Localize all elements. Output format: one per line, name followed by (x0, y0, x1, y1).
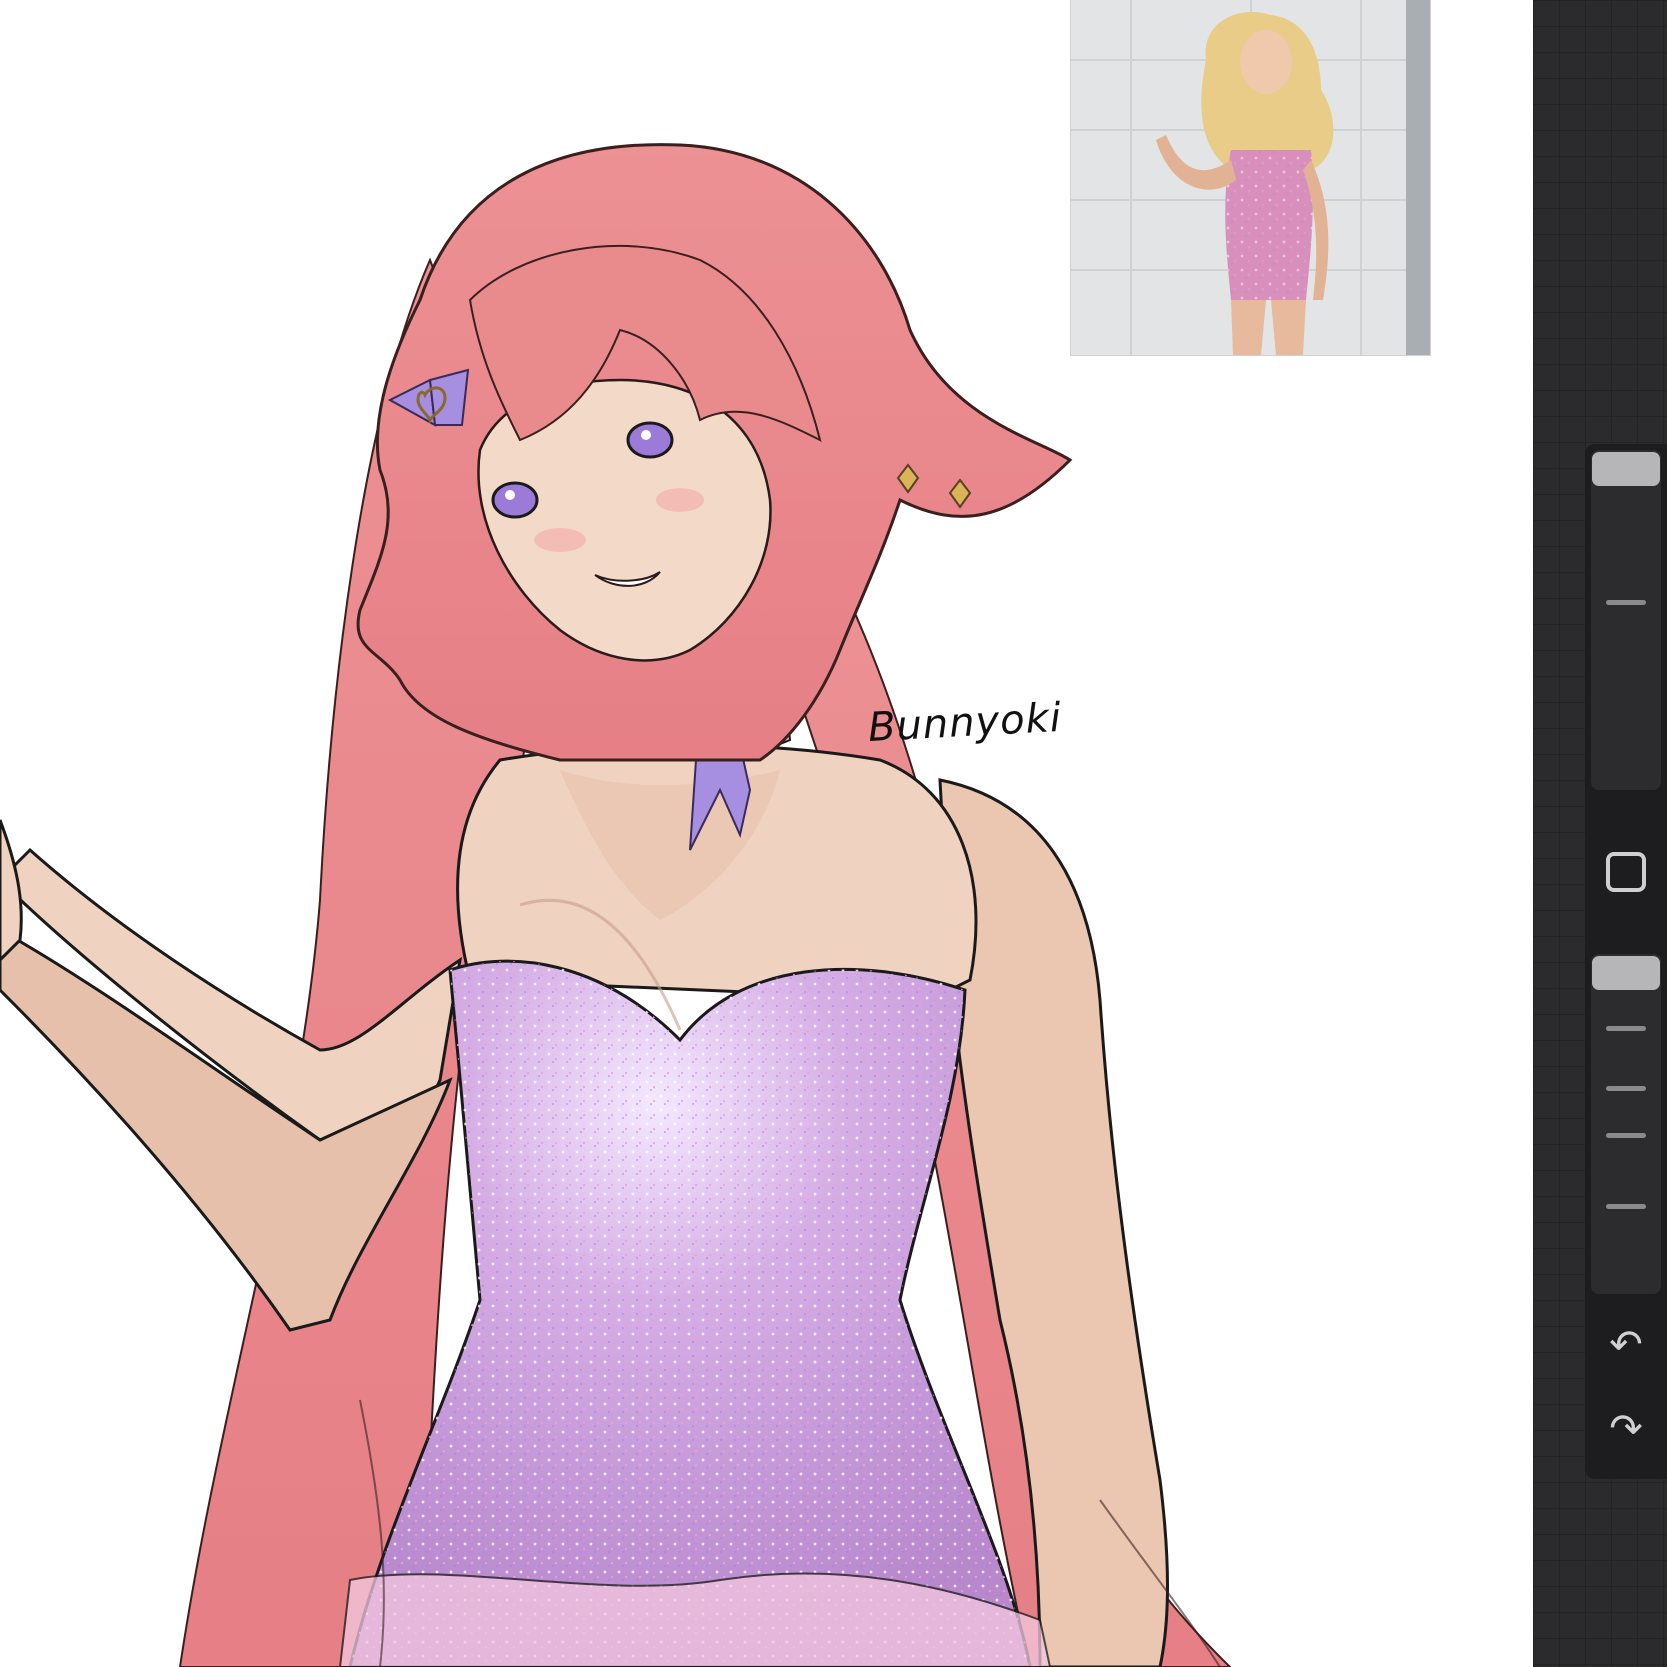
brush-size-tick (1606, 600, 1646, 605)
eye-right (626, 421, 674, 459)
brush-opacity-tick (1606, 1026, 1646, 1031)
brush-opacity-slider[interactable] (1591, 954, 1661, 1294)
brush-opacity-tick (1606, 1133, 1646, 1138)
brush-opacity-tick (1606, 1204, 1646, 1209)
brush-size-handle[interactable] (1592, 452, 1660, 486)
reference-photo[interactable] (1071, 0, 1430, 355)
drawing-canvas[interactable]: Bunnyoki (0, 0, 1533, 1667)
eye-left (491, 481, 539, 519)
brush-opacity-handle[interactable] (1592, 956, 1660, 990)
redo-button[interactable]: ↷ (1600, 1406, 1652, 1452)
brush-opacity-tick (1606, 1086, 1646, 1091)
redo-arrow-icon: ↷ (1609, 1406, 1643, 1452)
reference-photo-icon (1071, 0, 1430, 355)
drawing-app: Bunnyoki ↶ ↷ (0, 0, 1667, 1667)
modify-button[interactable] (1606, 852, 1646, 892)
brush-size-slider[interactable] (1591, 450, 1661, 790)
undo-button[interactable]: ↶ (1600, 1322, 1652, 1368)
undo-arrow-icon: ↶ (1609, 1322, 1643, 1368)
